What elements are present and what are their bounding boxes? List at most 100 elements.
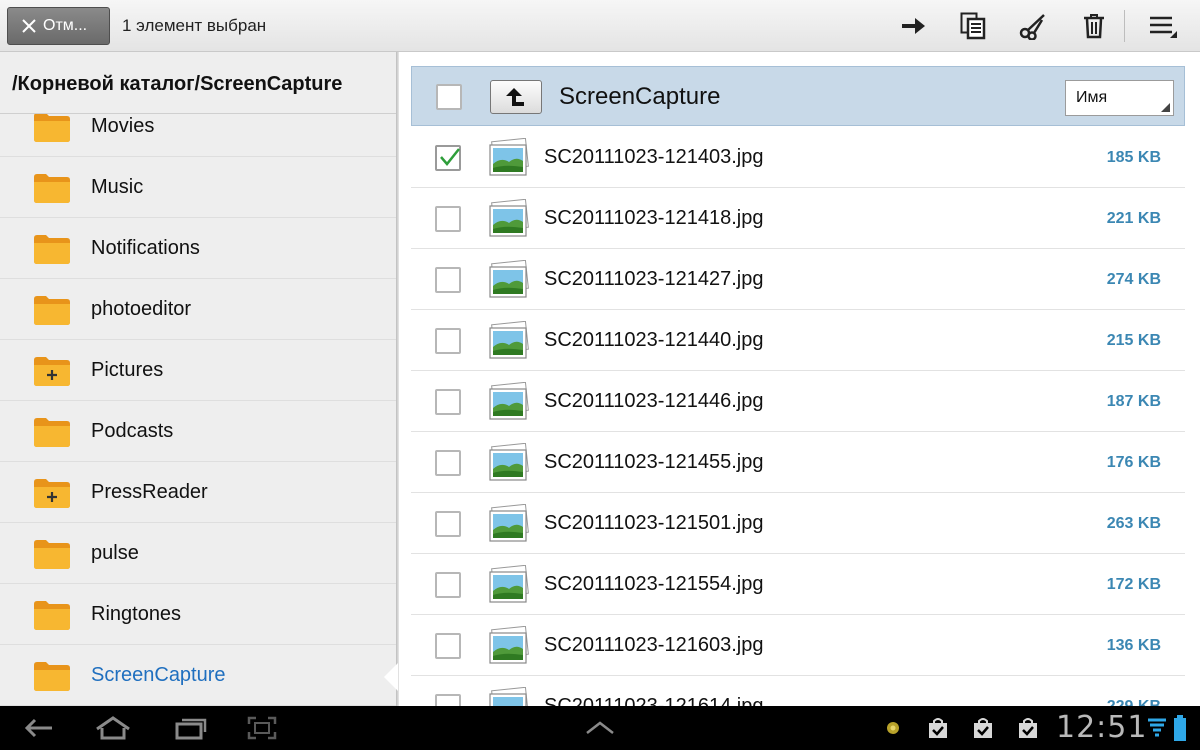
cut-icon [1019,14,1045,40]
image-file-icon [489,625,529,664]
cancel-selection-button[interactable]: Отм... [7,7,110,45]
folder-icon [34,540,70,569]
file-row[interactable]: SC20111023-121603.jpg 136 KB [411,615,1185,676]
file-row[interactable]: SC20111023-121440.jpg 215 KB [411,310,1185,371]
file-row[interactable]: SC20111023-121501.jpg 263 KB [411,493,1185,554]
folder-name: PressReader [91,481,208,503]
file-row[interactable]: SC20111023-121427.jpg 274 KB [411,249,1185,310]
file-row[interactable]: SC20111023-121446.jpg 187 KB [411,371,1185,432]
file-size: 136 KB [1106,637,1161,654]
home-button[interactable] [92,706,134,750]
thumbnail [487,259,531,300]
file-row[interactable]: SC20111023-121614.jpg 229 KB [411,676,1185,706]
folder-item[interactable]: Ringtones [0,584,396,645]
folder-item[interactable]: Pictures [0,340,396,401]
image-file-icon [489,137,529,176]
move-button[interactable] [895,8,933,44]
screenshot-button[interactable] [243,706,281,750]
folder-item[interactable]: pulse [0,523,396,584]
file-row[interactable]: SC20111023-121554.jpg 172 KB [411,554,1185,615]
thumbnail [487,381,531,422]
file-checkbox[interactable] [435,450,461,476]
market-notification-3[interactable] [1015,706,1041,750]
market-bag-icon [929,718,947,738]
file-checkbox[interactable] [435,389,461,415]
cut-button[interactable] [1014,8,1052,44]
file-list: SC20111023-121403.jpg 185 KB SC20111023-… [411,127,1185,706]
close-icon [22,19,36,33]
folder-list: Movies Music Notifications photoeditor P… [0,96,396,706]
file-checkbox[interactable] [435,145,461,171]
thumbnail [487,625,531,666]
file-name: SC20111023-121614.jpg [544,695,764,706]
delete-button[interactable] [1075,8,1113,44]
file-size: 172 KB [1106,576,1161,593]
active-folder-pointer [384,663,398,691]
copy-icon [960,12,986,40]
battery-status [1170,706,1190,750]
file-checkbox[interactable] [435,633,461,659]
file-row[interactable]: SC20111023-121455.jpg 176 KB [411,432,1185,493]
folder-name: Music [91,176,144,198]
folder-icon-wrap [32,538,72,570]
folder-plus-icon [34,479,70,508]
folder-item[interactable]: photoeditor [0,279,396,340]
folder-item[interactable]: Podcasts [0,401,396,462]
file-checkbox[interactable] [435,267,461,293]
file-name: SC20111023-121554.jpg [544,573,764,595]
file-checkbox[interactable] [435,328,461,354]
file-size: 187 KB [1106,393,1161,410]
folder-icon [34,296,70,325]
clock[interactable]: 12:51 [1056,706,1147,750]
menu-icon [1150,16,1177,38]
folder-name: Ringtones [91,603,182,625]
battery-icon [1174,715,1186,741]
file-row[interactable]: SC20111023-121403.jpg 185 KB [411,127,1185,188]
chevron-up-icon [586,721,614,734]
folder-icon [34,601,70,630]
file-size: 185 KB [1106,149,1161,166]
file-checkbox[interactable] [435,694,461,706]
notification-dot-icon [887,722,899,734]
folder-icon [34,174,70,203]
back-icon [24,718,52,738]
sort-value: Имя [1076,89,1108,106]
expand-bar-button[interactable] [582,706,618,750]
back-button[interactable] [20,706,58,750]
folder-icon [34,113,70,142]
checkmark-icon [440,148,460,166]
file-checkbox[interactable] [435,206,461,232]
market-bag-icon [1019,718,1037,738]
file-name: SC20111023-121403.jpg [544,146,764,168]
select-all-checkbox[interactable] [436,84,462,110]
market-notification-2[interactable] [970,706,996,750]
file-checkbox[interactable] [435,572,461,598]
folder-item[interactable]: Music [0,157,396,218]
sort-dropdown[interactable]: Имя [1065,80,1174,116]
file-size: 176 KB [1106,454,1161,471]
notification-dot[interactable] [882,706,904,750]
delete-icon [1084,14,1104,39]
file-row[interactable]: SC20111023-121418.jpg 221 KB [411,188,1185,249]
folder-icon-wrap [32,416,72,448]
recent-apps-button[interactable] [170,706,210,750]
folder-name: Pictures [91,359,164,381]
folder-item[interactable]: PressReader [0,462,396,523]
parent-folder-button[interactable] [490,80,542,114]
thumbnail [487,503,531,544]
market-notification-1[interactable] [925,706,951,750]
file-name: SC20111023-121455.jpg [544,451,764,473]
file-name: SC20111023-121440.jpg [544,329,764,351]
file-size: 221 KB [1106,210,1161,227]
thumbnail [487,320,531,361]
copy-button[interactable] [954,8,992,44]
folder-item[interactable]: ScreenCapture [0,645,396,706]
folder-item[interactable]: Notifications [0,218,396,279]
image-file-icon [489,198,529,237]
file-checkbox[interactable] [435,511,461,537]
thumbnail [487,137,531,178]
file-name: SC20111023-121427.jpg [544,268,764,290]
image-file-icon [489,320,529,359]
image-file-icon [489,259,529,298]
overflow-menu-button[interactable] [1143,8,1181,44]
